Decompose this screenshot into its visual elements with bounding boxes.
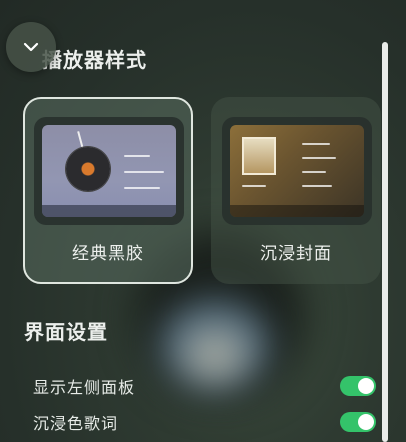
- chevron-down-icon: [23, 42, 39, 52]
- section-title-ui-settings: 界面设置: [24, 320, 108, 344]
- lyric-line: [302, 157, 336, 159]
- playback-bar-graphic: [42, 205, 176, 217]
- setting-row-left-panel: 显示左侧面板: [33, 372, 376, 400]
- setting-label: 显示左侧面板: [33, 378, 136, 397]
- lyric-line: [302, 185, 332, 187]
- lyric-line: [302, 171, 326, 173]
- player-style-card-vinyl[interactable]: 经典黑胶: [23, 97, 193, 284]
- lyric-line: [124, 187, 160, 189]
- toggle-knob: [358, 414, 374, 430]
- vinyl-disc-graphic: [66, 147, 110, 191]
- player-style-card-immersive[interactable]: 沉浸封面: [211, 97, 381, 284]
- collapse-button[interactable]: [6, 22, 56, 72]
- album-cover-graphic: [242, 137, 276, 175]
- lyric-line: [124, 155, 150, 157]
- player-style-label: 沉浸封面: [260, 244, 332, 264]
- section-title-player-style: 播放器样式: [42, 48, 147, 72]
- immersive-lyrics-toggle[interactable]: [340, 412, 376, 432]
- playback-bar-graphic: [230, 205, 364, 217]
- lyric-line: [302, 143, 330, 145]
- left-panel-toggle[interactable]: [340, 376, 376, 396]
- setting-row-immersive-lyrics: 沉浸色歌词: [33, 408, 376, 436]
- scrollbar[interactable]: [382, 42, 388, 442]
- lyric-line: [124, 171, 164, 173]
- vinyl-style-preview: [34, 117, 184, 225]
- setting-label: 沉浸色歌词: [33, 414, 119, 433]
- player-style-label: 经典黑胶: [72, 244, 144, 264]
- toggle-knob: [358, 378, 374, 394]
- track-title-line: [242, 185, 266, 187]
- immersive-style-preview: [222, 117, 372, 225]
